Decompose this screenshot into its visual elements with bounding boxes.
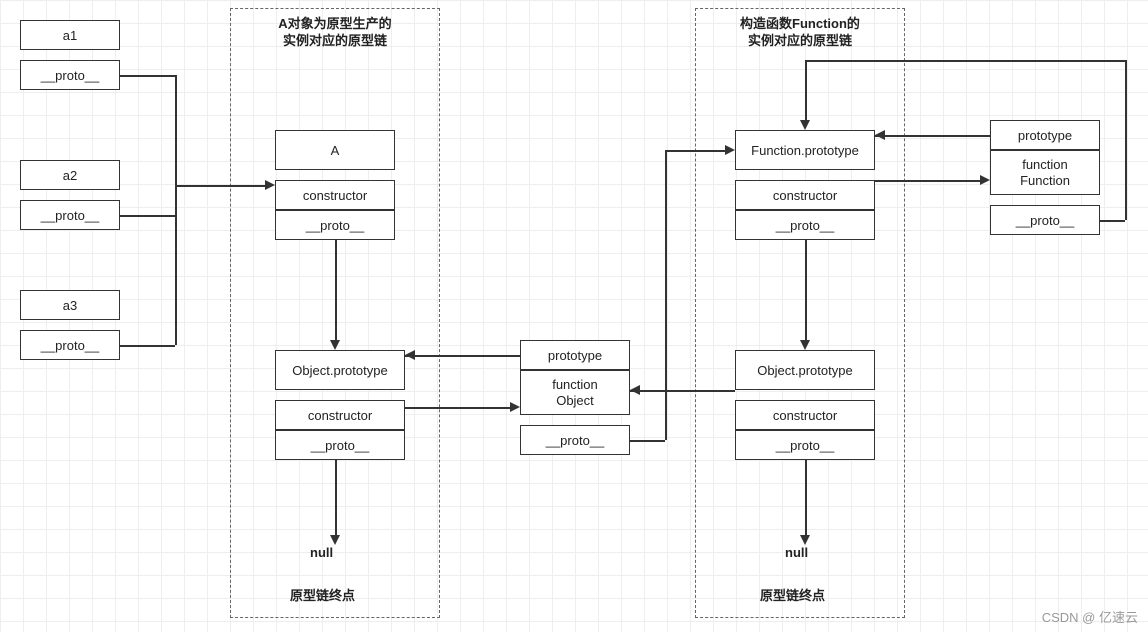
a-constructor: constructor	[275, 180, 395, 210]
a-name: A	[275, 130, 395, 170]
arrow-funcproto-down	[800, 340, 810, 350]
line-merge-to-a	[175, 185, 265, 187]
right-null: null	[785, 545, 808, 560]
right-objproto-cons: constructor	[735, 400, 875, 430]
arrow-right-cons-mid	[630, 385, 640, 395]
funcproto-cons: constructor	[735, 180, 875, 210]
line-left-null	[335, 460, 337, 535]
a2-proto: __proto__	[20, 200, 120, 230]
arrow-right-null	[800, 535, 810, 545]
line-left-cons-right	[405, 407, 510, 409]
right-objproto-proto: __proto__	[735, 430, 875, 460]
line-func-proto-left	[875, 135, 990, 137]
arrow-func-loop	[800, 120, 810, 130]
line-merge-v	[175, 185, 177, 215]
line-funcproto-down	[805, 240, 807, 340]
line-mid-to-right-obj	[630, 390, 735, 392]
arrow-a-down	[330, 340, 340, 350]
arrow-left-cons-right	[510, 402, 520, 412]
left-endpoint: 原型链终点	[290, 585, 355, 604]
line-right-null	[805, 460, 807, 535]
left-objproto-cons: constructor	[275, 400, 405, 430]
arrow-obj-to-funcproto	[725, 145, 735, 155]
line-obj-proto-r1	[630, 440, 665, 442]
line-a1-h	[120, 75, 175, 77]
left-null: null	[310, 545, 333, 560]
line-a2-h	[120, 215, 175, 217]
frame-right	[695, 8, 905, 618]
obj-prototype: prototype	[520, 340, 630, 370]
funcproto-name: Function.prototype	[735, 130, 875, 170]
title-right: 构造函数Function的 实例对应的原型链	[705, 16, 895, 50]
line-a-down	[335, 240, 337, 340]
line-funcproto-cons-right	[875, 180, 980, 182]
arrow-func-proto-left	[875, 130, 885, 140]
func-name: function Function	[990, 150, 1100, 195]
watermark: CSDN @ 亿速云	[1042, 607, 1138, 626]
arrow-to-a	[265, 180, 275, 190]
line-obj-proto-left	[405, 355, 520, 357]
line-func-loop-top	[805, 60, 1125, 62]
line-obj-proto-r3	[665, 150, 725, 152]
a3-proto: __proto__	[20, 330, 120, 360]
a2-name: a2	[20, 160, 120, 190]
obj-name: function Object	[520, 370, 630, 415]
func-prototype: prototype	[990, 120, 1100, 150]
a-proto: __proto__	[275, 210, 395, 240]
arrow-obj-proto-left	[405, 350, 415, 360]
a1-proto: __proto__	[20, 60, 120, 90]
a3-name: a3	[20, 290, 120, 320]
line-a3-h	[120, 345, 175, 347]
left-objproto-proto: __proto__	[275, 430, 405, 460]
func-proto: __proto__	[990, 205, 1100, 235]
arrow-left-null	[330, 535, 340, 545]
line-func-loop-down	[805, 60, 807, 120]
line-func-proto-out	[1100, 220, 1125, 222]
title-left: A对象为原型生产的 实例对应的原型链	[240, 16, 430, 50]
a1-name: a1	[20, 20, 120, 50]
arrow-funcproto-cons-right	[980, 175, 990, 185]
line-a3-v	[175, 215, 177, 345]
line-func-loop-v	[1125, 60, 1127, 220]
right-endpoint: 原型链终点	[760, 585, 825, 604]
funcproto-proto: __proto__	[735, 210, 875, 240]
right-objproto-name: Object.prototype	[735, 350, 875, 390]
obj-proto: __proto__	[520, 425, 630, 455]
left-objproto-name: Object.prototype	[275, 350, 405, 390]
line-obj-proto-r2	[665, 150, 667, 440]
